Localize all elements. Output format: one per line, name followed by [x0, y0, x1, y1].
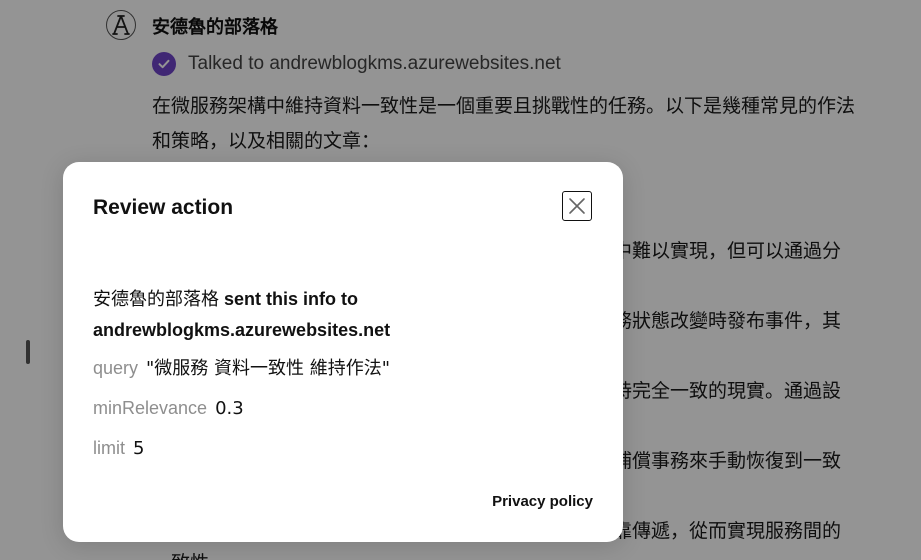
param-key: minRelevance: [93, 398, 208, 418]
sender-gpt-name: 安德魯的部落格: [93, 289, 219, 310]
param-key: query: [93, 358, 139, 378]
param-row-minrelevance: minRelevance 0.3: [93, 395, 244, 422]
param-row-query: query "微服務 資料一致性 維持作法": [93, 355, 390, 382]
close-button[interactable]: [562, 191, 592, 221]
param-value: 0.3: [215, 398, 244, 419]
target-domain: andrewblogkms.azurewebsites.net: [93, 320, 391, 340]
param-value: 5: [133, 438, 145, 459]
chat-page: 安德魯的部落格 Talked to andrewblogkms.azureweb…: [0, 0, 921, 560]
review-action-dialog: Review action 安德魯的部落格 sent this info to …: [63, 162, 623, 542]
dialog-title: Review action: [93, 196, 234, 219]
privacy-policy-link[interactable]: Privacy policy: [492, 493, 593, 510]
param-row-limit: limit 5: [93, 435, 144, 462]
sent-info-statement: 安德魯的部落格 sent this info to andrewblogkms.…: [93, 284, 593, 345]
param-value: "微服務 資料一致性 維持作法": [146, 358, 391, 379]
param-key: limit: [93, 438, 125, 458]
sent-label: sent this info to: [224, 289, 359, 309]
close-icon: [569, 198, 585, 214]
